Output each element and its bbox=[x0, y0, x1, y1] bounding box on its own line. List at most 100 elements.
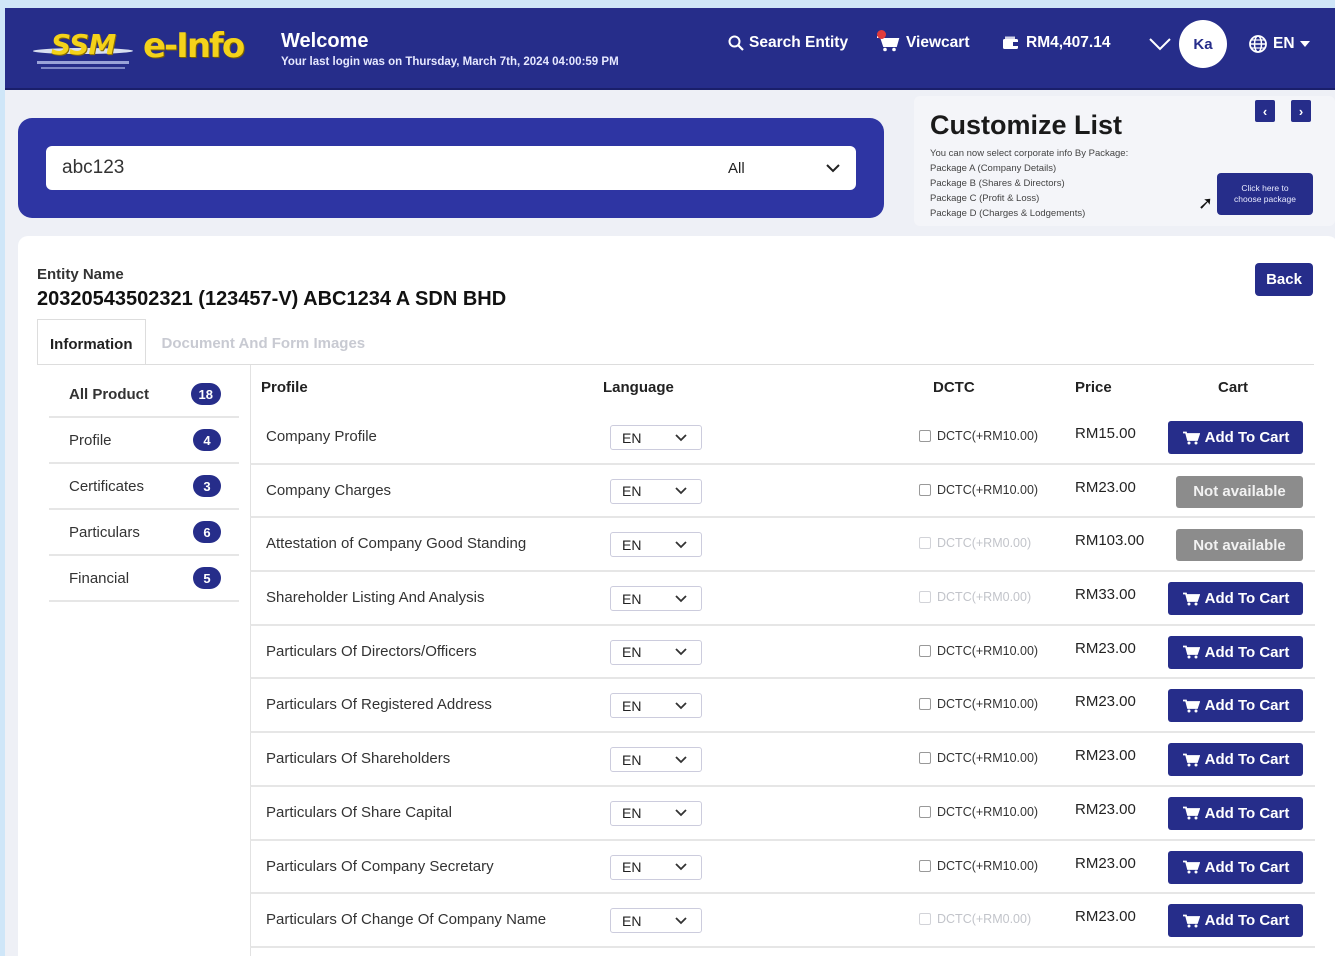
welcome-title: Welcome bbox=[281, 30, 369, 52]
dctc-checkbox[interactable] bbox=[919, 430, 931, 442]
product-name: Particulars Of Company Secretary bbox=[266, 857, 494, 875]
header-cart: Cart bbox=[1218, 379, 1249, 396]
add-to-cart-button[interactable]: Add To Cart bbox=[1168, 743, 1303, 777]
balance-amount: RM4,407.14 bbox=[1026, 34, 1111, 51]
language-select[interactable]: EN bbox=[610, 747, 702, 773]
add-to-cart-button[interactable]: Add To Cart bbox=[1168, 582, 1303, 616]
chevron-down-icon bbox=[675, 863, 687, 871]
customize-title: Customize List bbox=[930, 110, 1123, 140]
dctc-checkbox[interactable] bbox=[919, 859, 931, 872]
add-to-cart-button[interactable]: Add To Cart bbox=[1168, 796, 1303, 830]
table-row: Particulars Of Registered Address EN DCTC(… bbox=[250, 679, 1315, 734]
dctc-option[interactable]: DCTC(+RM10.00) bbox=[919, 644, 1038, 658]
package-intro: You can now select corporate info By Pac… bbox=[930, 148, 1129, 159]
cart-icon bbox=[1182, 806, 1200, 820]
choose-package-line2: choose package bbox=[1234, 194, 1296, 204]
choose-package-button[interactable]: Click here to choose package bbox=[1217, 173, 1313, 215]
chevron-down-icon[interactable] bbox=[1148, 36, 1172, 52]
dctc-option[interactable]: DCTC(+RM10.00) bbox=[919, 805, 1038, 819]
tab-information[interactable]: Information bbox=[37, 319, 146, 365]
table-row: Particulars Of Change Of Company Name EN D… bbox=[250, 894, 1315, 948]
sidebar-item-all-product[interactable]: All Product 18 bbox=[49, 372, 239, 418]
dctc-checkbox[interactable] bbox=[919, 752, 931, 765]
search-entity-link[interactable]: Search Entity bbox=[728, 34, 848, 52]
add-to-cart-button[interactable]: Add To Cart bbox=[1168, 850, 1303, 884]
add-to-cart-button[interactable]: Add To Cart bbox=[1168, 904, 1303, 938]
table-row: Particulars Of Shareholders EN DCTC(+RM10.… bbox=[250, 733, 1315, 787]
back-button[interactable]: Back bbox=[1255, 263, 1313, 296]
product-price: RM23.00 bbox=[1075, 854, 1136, 872]
language-select[interactable]: EN bbox=[610, 478, 702, 504]
dctc-option[interactable]: DCTC(+RM10.00) bbox=[919, 483, 1038, 497]
dctc-label: DCTC(+RM10.00) bbox=[937, 858, 1039, 873]
add-to-cart-button[interactable]: Add To Cart bbox=[1168, 635, 1303, 669]
tab-document-and-form-images[interactable]: Document And Form Images bbox=[146, 319, 378, 365]
product-price: RM33.00 bbox=[1075, 586, 1136, 604]
wallet-icon bbox=[1003, 36, 1019, 49]
next-arrow-button[interactable]: › bbox=[1291, 100, 1311, 122]
language-select[interactable]: EN bbox=[610, 425, 702, 450]
product-name: Particulars Of Change Of Company Name bbox=[266, 911, 547, 929]
dctc-option[interactable]: DCTC(+RM10.00) bbox=[919, 429, 1038, 443]
language-value: EN bbox=[622, 859, 642, 875]
table-row bbox=[250, 947, 1315, 956]
language-selector[interactable]: EN bbox=[1248, 34, 1310, 54]
chevron-down-icon bbox=[675, 433, 687, 441]
dctc-checkbox[interactable] bbox=[919, 698, 931, 711]
sidebar-item-certificates[interactable]: Certificates 3 bbox=[49, 464, 239, 510]
search-input[interactable] bbox=[46, 157, 686, 179]
avatar[interactable]: Ka bbox=[1179, 20, 1227, 68]
last-login-text: Your last login was on Thursday, March 7… bbox=[281, 56, 619, 68]
cart-icon bbox=[875, 30, 901, 52]
product-name: Particulars Of Directors/Officers bbox=[266, 642, 477, 660]
package-description: You can now select corporate info By Pac… bbox=[930, 146, 1128, 221]
ssm-einfo-logo[interactable]: SSM e-Info bbox=[31, 22, 273, 74]
add-to-cart-button[interactable]: Add To Cart bbox=[1168, 689, 1303, 723]
product-price: RM15.00 bbox=[1075, 425, 1136, 442]
sidebar-item-profile[interactable]: Profile 4 bbox=[49, 418, 239, 464]
chevron-down-icon bbox=[826, 163, 840, 172]
language-select[interactable]: EN bbox=[610, 908, 702, 934]
language-select[interactable]: EN bbox=[610, 532, 702, 558]
cart-icon bbox=[1182, 914, 1200, 928]
wallet-balance[interactable]: RM4,407.14 bbox=[1001, 34, 1110, 52]
dctc-label: DCTC(+RM10.00) bbox=[937, 482, 1039, 497]
prev-arrow-button[interactable]: ‹ bbox=[1255, 100, 1275, 122]
search-icon bbox=[728, 35, 744, 51]
chevron-down-icon bbox=[675, 755, 687, 763]
cart-icon bbox=[1182, 860, 1200, 874]
chevron-down-icon bbox=[675, 917, 687, 924]
search-entity-label: Search Entity bbox=[749, 34, 849, 51]
dctc-option: DCTC(+RM0.00) bbox=[919, 536, 1031, 550]
table-row: Particulars Of Company Secretary EN DCTC(+… bbox=[250, 840, 1315, 895]
viewcart-label: Viewcart bbox=[906, 34, 970, 51]
product-table: Profile Language DCTC Price Cart Company… bbox=[250, 365, 1315, 956]
count-badge: 6 bbox=[193, 521, 221, 543]
pointer-arrow-icon: ➚ bbox=[1198, 193, 1214, 213]
language-select[interactable]: EN bbox=[610, 693, 702, 719]
viewcart-link[interactable]: Viewcart bbox=[875, 30, 970, 52]
product-price: RM23.00 bbox=[1075, 478, 1136, 496]
sidebar-item-particulars[interactable]: Particulars 6 bbox=[49, 510, 239, 556]
count-badge: 5 bbox=[193, 567, 221, 589]
dctc-option[interactable]: DCTC(+RM10.00) bbox=[919, 697, 1038, 711]
language-select[interactable]: EN bbox=[610, 586, 702, 612]
dctc-option[interactable]: DCTC(+RM10.00) bbox=[919, 751, 1038, 765]
language-select[interactable]: EN bbox=[610, 854, 702, 880]
add-to-cart-button[interactable]: Add To Cart bbox=[1168, 421, 1303, 454]
search-panel: All bbox=[18, 118, 884, 218]
dctc-checkbox[interactable] bbox=[919, 644, 931, 657]
product-price: RM103.00 bbox=[1075, 532, 1145, 550]
table-header: Profile Language DCTC Price Cart bbox=[250, 365, 1315, 411]
dctc-option[interactable]: DCTC(+RM10.00) bbox=[919, 859, 1038, 873]
dctc-checkbox[interactable] bbox=[919, 805, 931, 818]
sidebar-item-label: Profile bbox=[69, 431, 112, 449]
language-select[interactable]: EN bbox=[610, 639, 702, 665]
search-scope-select[interactable]: All bbox=[728, 146, 848, 190]
package-item: Package B (Shares & Directors) bbox=[930, 178, 1065, 189]
product-price: RM23.00 bbox=[1075, 800, 1136, 818]
dctc-checkbox[interactable] bbox=[919, 483, 931, 496]
language-select[interactable]: EN bbox=[610, 800, 702, 826]
sidebar-item-financial[interactable]: Financial 5 bbox=[49, 556, 239, 602]
language-label: EN bbox=[1273, 35, 1295, 52]
